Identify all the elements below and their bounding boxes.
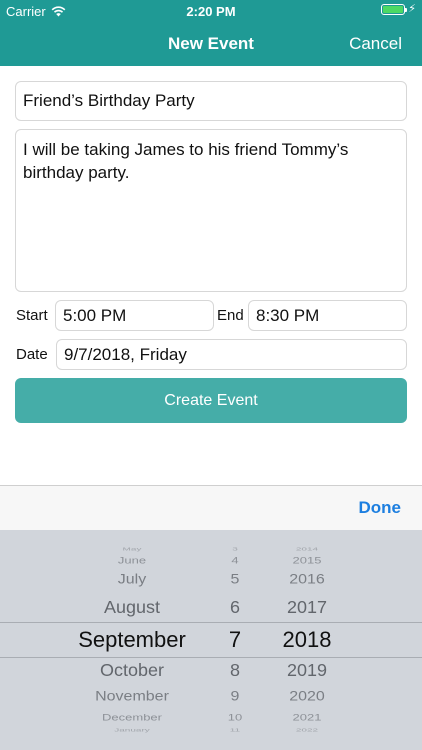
picker-month-option[interactable]: September: [62, 627, 202, 653]
picker-year-option[interactable]: 2021: [272, 712, 342, 723]
picker-year-option[interactable]: 2018: [272, 627, 342, 653]
picker-year-option[interactable]: 2022: [272, 728, 342, 733]
picker-day-option[interactable]: 6: [215, 597, 255, 617]
start-label: Start: [16, 307, 48, 324]
picker-day-option[interactable]: 10: [215, 712, 255, 723]
event-description-textarea[interactable]: I will be taking James to his friend Tom…: [15, 129, 407, 292]
picker-month-option[interactable]: June: [62, 555, 202, 566]
picker-month-option[interactable]: October: [62, 660, 202, 680]
start-time-field[interactable]: 5:00 PM: [55, 300, 214, 331]
picker-year-option[interactable]: 2019: [272, 660, 342, 680]
picker-selection-top-line: [0, 622, 422, 623]
picker-year-option[interactable]: 2020: [272, 689, 342, 705]
picker-year-option[interactable]: 2017: [272, 597, 342, 617]
cancel-button[interactable]: Cancel: [349, 34, 402, 54]
nav-bar: New Event Cancel: [0, 22, 422, 66]
end-label: End: [217, 307, 244, 324]
date-field[interactable]: 9/7/2018, Friday: [56, 339, 407, 370]
picker-toolbar: Done: [0, 485, 422, 530]
picker-day-option[interactable]: 3: [215, 547, 255, 552]
picker-year-option[interactable]: 2016: [272, 572, 342, 588]
end-time-field[interactable]: 8:30 PM: [248, 300, 407, 331]
picker-year-option[interactable]: 2014: [272, 547, 342, 552]
picker-day-option[interactable]: 4: [215, 555, 255, 566]
date-label: Date: [16, 346, 48, 363]
event-title-input[interactable]: Friend’s Birthday Party: [15, 81, 407, 121]
picker-month-option[interactable]: December: [62, 712, 202, 723]
picker-selection-bottom-line: [0, 657, 422, 658]
battery-status: ⚡: [381, 4, 416, 15]
create-event-button[interactable]: Create Event: [15, 378, 407, 423]
picker-day-option[interactable]: 5: [215, 572, 255, 588]
picker-year-option[interactable]: 2015: [272, 555, 342, 566]
status-time: 2:20 PM: [186, 4, 236, 19]
picker-day-option[interactable]: 7: [215, 627, 255, 653]
picker-month-option[interactable]: May: [62, 547, 202, 552]
picker-month-option[interactable]: August: [62, 597, 202, 617]
picker-month-option[interactable]: July: [62, 572, 202, 588]
done-button[interactable]: Done: [359, 498, 402, 518]
status-bar: Carrier 2:20 PM ⚡: [0, 0, 422, 22]
picker-month-option[interactable]: January: [62, 728, 202, 733]
picker-day-option[interactable]: 8: [215, 660, 255, 680]
picker-month-option[interactable]: November: [62, 689, 202, 705]
charging-bolt-icon: ⚡: [408, 3, 416, 15]
battery-icon: [381, 4, 408, 15]
date-picker-wheel[interactable]: May June July August September October Novembe…: [0, 530, 422, 750]
header-bar: Carrier 2:20 PM ⚡ New Event Cancel: [0, 0, 422, 66]
picker-day-option[interactable]: 11: [215, 728, 255, 733]
picker-day-option[interactable]: 9: [215, 689, 255, 705]
